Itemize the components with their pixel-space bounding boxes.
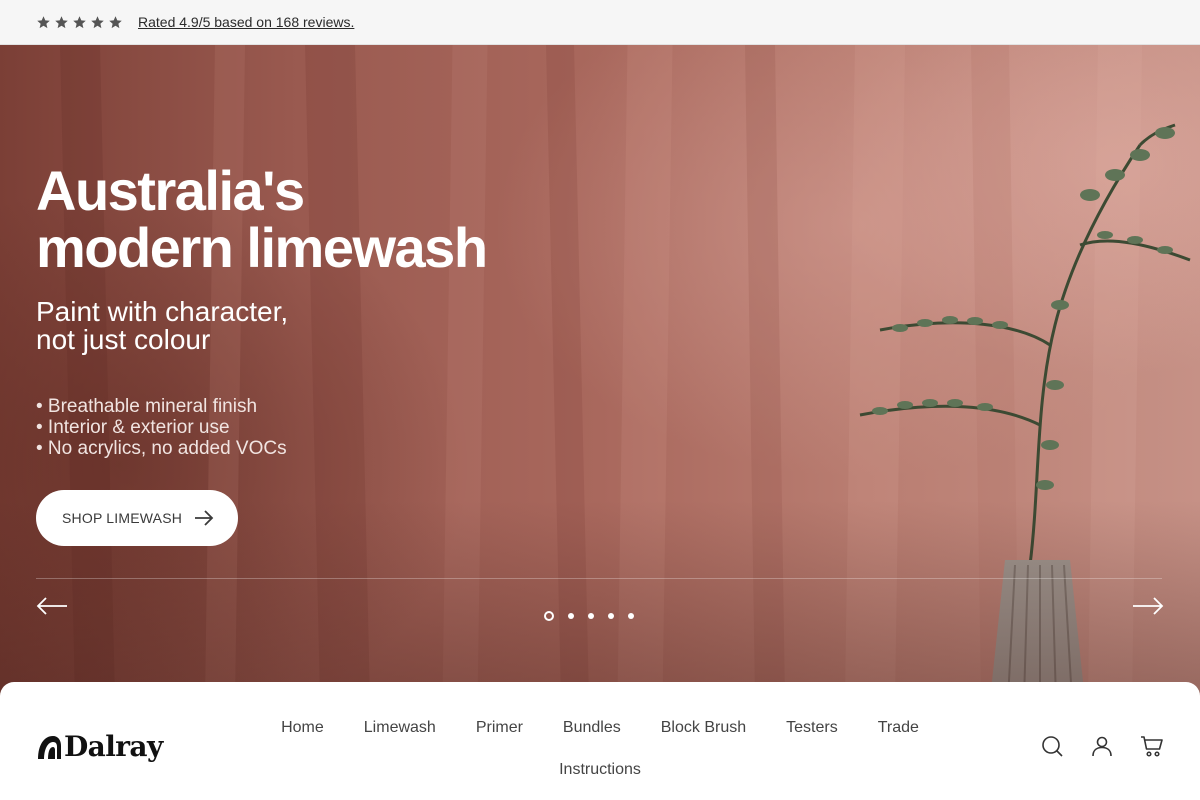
star-icon <box>55 15 68 28</box>
logo-text: Dalray <box>64 730 163 763</box>
arrow-right-icon <box>195 510 214 526</box>
rating-stars <box>36 15 123 30</box>
slide-dot-5[interactable] <box>628 613 634 619</box>
account-icon[interactable] <box>1090 734 1114 758</box>
feature-item: • Interior & exterior use <box>36 417 230 438</box>
hero-content: Australia's modern limewash Paint with c… <box>36 162 596 459</box>
star-icon <box>109 15 122 28</box>
star-icon <box>73 15 86 28</box>
star-icon <box>91 15 104 28</box>
hero-title: Australia's modern limewash <box>36 162 596 276</box>
shop-limewash-button[interactable]: SHOP LIMEWASH <box>36 490 238 546</box>
nav-item-testers[interactable]: Testers <box>766 716 858 740</box>
slide-dot-3[interactable] <box>588 613 594 619</box>
header-icons <box>1040 734 1164 758</box>
hero-title-line1: Australia's <box>36 159 305 222</box>
slide-dot-1[interactable] <box>544 611 554 621</box>
star-icon <box>37 15 50 28</box>
hero-subtitle-line1: Paint with character, <box>36 296 289 327</box>
hero-subtitle: Paint with character, not just colour <box>36 298 596 354</box>
logo-mark-icon <box>38 735 61 759</box>
cart-icon[interactable] <box>1140 734 1164 758</box>
slide-pagination <box>544 611 634 621</box>
arrow-left-icon[interactable] <box>36 596 68 616</box>
nav-item-instructions[interactable]: Instructions <box>539 758 661 782</box>
rating-bar: Rated 4.9/5 based on 168 reviews. <box>0 0 1200 45</box>
search-icon[interactable] <box>1040 734 1064 758</box>
nav-item-limewash[interactable]: Limewash <box>344 716 456 740</box>
nav-item-block-brush[interactable]: Block Brush <box>641 716 766 740</box>
hero-subtitle-line2: not just colour <box>36 324 211 355</box>
nav-item-trade[interactable]: Trade <box>858 716 939 740</box>
feature-list: • Breathable mineral finish • Interior &… <box>36 396 596 459</box>
nav-menu: Home Limewash Primer Bundles Block Brush… <box>240 716 960 782</box>
arrow-right-icon[interactable] <box>1132 596 1164 616</box>
reviews-link[interactable]: Rated 4.9/5 based on 168 reviews. <box>138 14 354 30</box>
slide-dot-4[interactable] <box>608 613 614 619</box>
hero-divider <box>36 578 1162 579</box>
slide-dot-2[interactable] <box>568 613 574 619</box>
feature-item: • No acrylics, no added VOCs <box>36 438 287 459</box>
feature-item: • Breathable mineral finish <box>36 396 258 417</box>
nav-item-primer[interactable]: Primer <box>456 716 543 740</box>
nav-item-home[interactable]: Home <box>261 716 344 740</box>
hero-title-line2: modern limewash <box>36 216 488 279</box>
main-navigation: Dalray Home Limewash Primer Bundles Bloc… <box>0 682 1200 800</box>
shop-button-label: SHOP LIMEWASH <box>62 510 183 526</box>
hero-banner: Australia's modern limewash Paint with c… <box>0 45 1200 700</box>
dalray-logo[interactable]: Dalray <box>36 730 163 763</box>
nav-item-bundles[interactable]: Bundles <box>543 716 641 740</box>
